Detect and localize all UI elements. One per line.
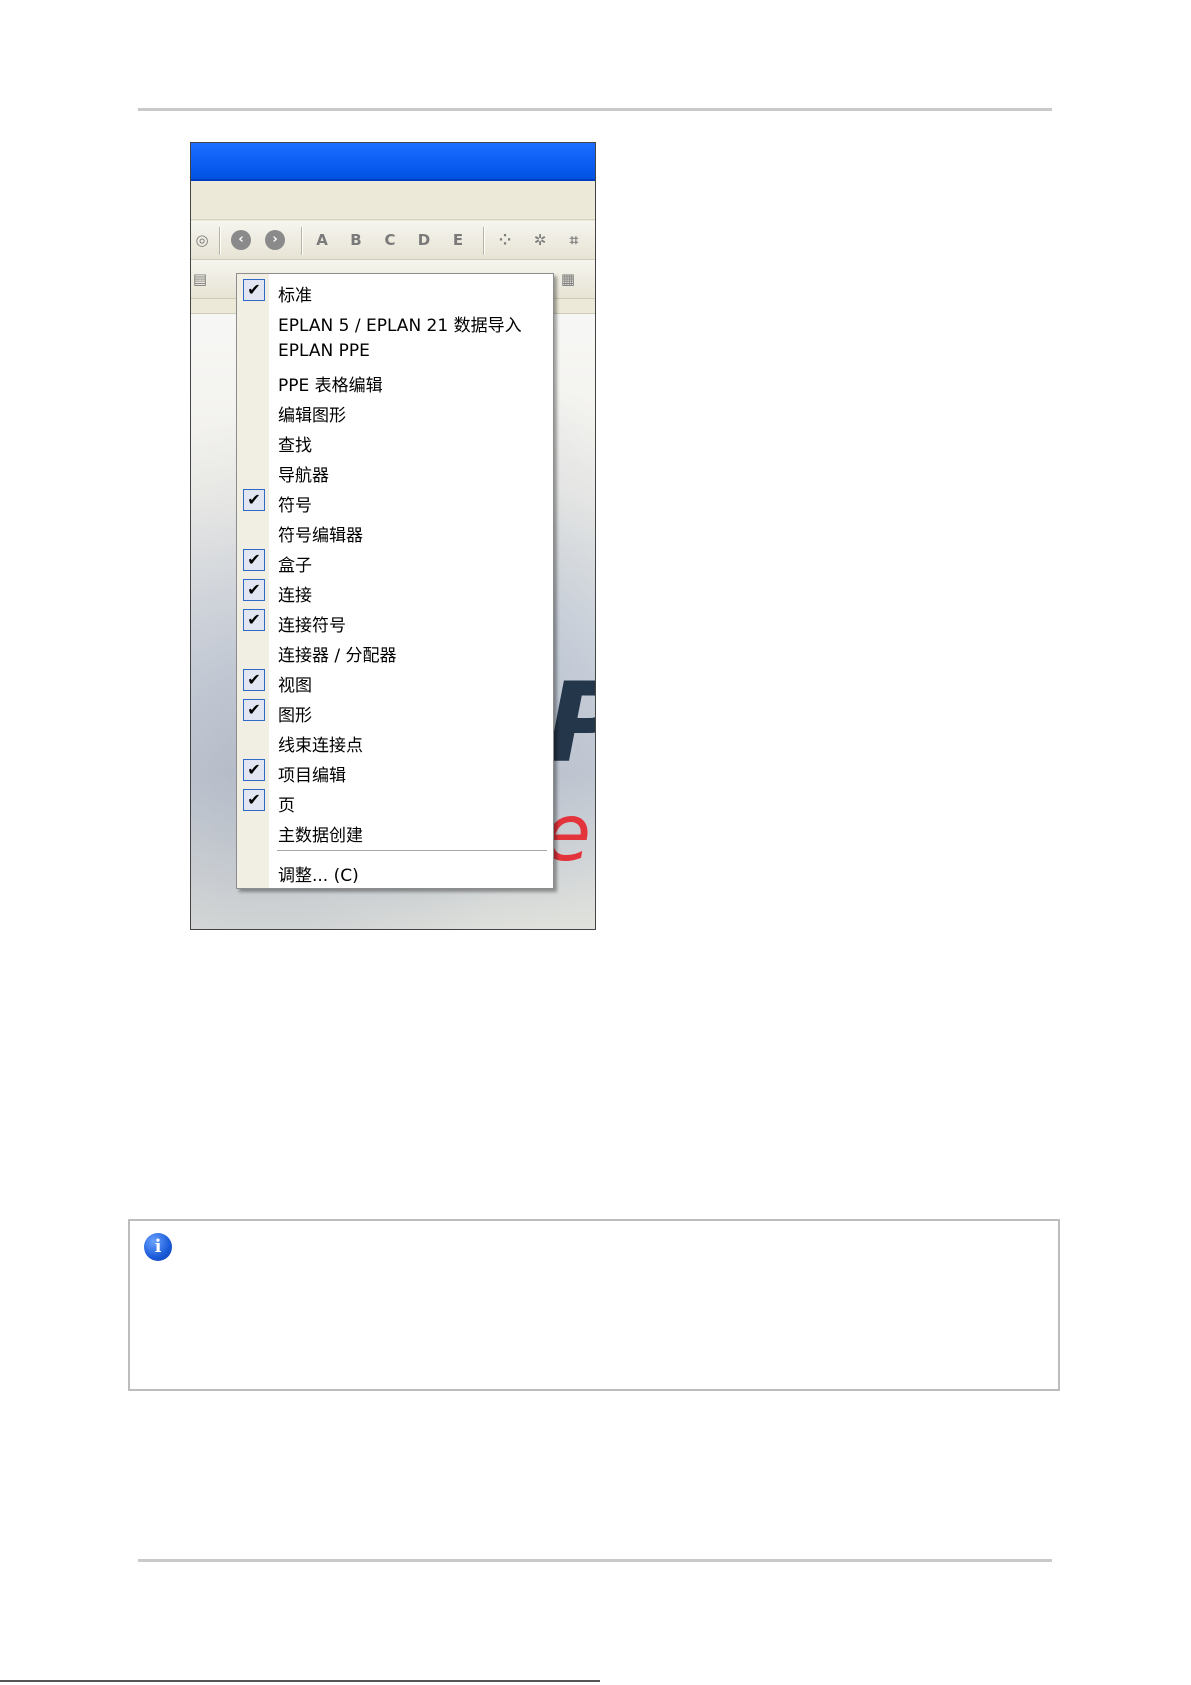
checkmark-icon: ✔ — [243, 699, 265, 721]
menu-item-label: 盒子 — [278, 556, 312, 576]
menu-item[interactable]: ✔ 标准 — [237, 276, 553, 306]
menu-item[interactable]: 编辑图形 — [237, 396, 553, 426]
menu-item[interactable]: EPLAN PPE — [237, 336, 553, 366]
menu-item-label: EPLAN PPE — [278, 341, 370, 361]
grid-icon[interactable]: ⁘ — [496, 231, 514, 249]
checkmark-icon: ✔ — [243, 579, 265, 601]
menu-item-label: PPE 表格编辑 — [278, 376, 383, 396]
window-titlebar[interactable] — [191, 143, 595, 181]
checkmark-icon: ✔ — [243, 609, 265, 631]
menu-item[interactable]: ✔ 视图 — [237, 666, 553, 696]
menu-item[interactable]: ✔ 页 — [237, 786, 553, 816]
menu-item-label: 符号 — [278, 496, 312, 516]
checkmark-icon: ✔ — [243, 489, 265, 511]
header-rule — [138, 108, 1052, 111]
menu-item[interactable]: 主数据创建 — [237, 816, 553, 846]
text-e-icon[interactable]: E — [449, 231, 467, 249]
back-icon[interactable]: ‹ — [231, 230, 251, 250]
checkmark-icon: ✔ — [243, 669, 265, 691]
menu-item[interactable]: ✔ 连接符号 — [237, 606, 553, 636]
menu-item[interactable]: 线束连接点 — [237, 726, 553, 756]
toolbar-context-menu: ✔ 标准 EPLAN 5 / EPLAN 21 数据导入 EPLAN PPE PPE 表… — [236, 273, 554, 889]
menu-item[interactable]: 连接器 / 分配器 — [237, 636, 553, 666]
menu-item[interactable]: ✔ 盒子 — [237, 546, 553, 576]
menu-item[interactable]: ✔ 符号 — [237, 486, 553, 516]
menu-item[interactable]: 查找 — [237, 426, 553, 456]
menu-item-label: 调整... (C) — [278, 866, 359, 886]
toolbar-separator — [483, 227, 485, 255]
menu-item-label: 连接 — [278, 586, 312, 606]
toolbar-separator — [219, 227, 221, 255]
menu-item[interactable]: EPLAN 5 / EPLAN 21 数据导入 — [237, 306, 553, 336]
menu-item-label: 线束连接点 — [278, 736, 363, 756]
menu-item[interactable]: ✔ 项目编辑 — [237, 756, 553, 786]
menu-item-label: 查找 — [278, 436, 312, 456]
menu-item-label: 标准 — [278, 286, 312, 306]
snap-icon[interactable]: ✲ — [531, 231, 549, 249]
checkmark-icon: ✔ — [243, 549, 265, 571]
checkmark-icon: ✔ — [243, 279, 265, 301]
menu-item-label: 图形 — [278, 706, 312, 726]
checkmark-icon: ✔ — [243, 789, 265, 811]
menu-item-label: 编辑图形 — [278, 406, 346, 426]
text-a-icon[interactable]: A — [313, 231, 331, 249]
menu-item-label: EPLAN 5 / EPLAN 21 数据导入 — [278, 316, 522, 336]
menu-item-label: 视图 — [278, 676, 312, 696]
menu-divider — [277, 850, 547, 851]
info-note-box: i — [128, 1219, 1060, 1391]
menu-item[interactable]: 符号编辑器 — [237, 516, 553, 546]
menubar — [191, 181, 595, 220]
menu-item[interactable]: ✔ 图形 — [237, 696, 553, 726]
crosshair-icon[interactable]: ⌗ — [565, 231, 583, 249]
menu-item-label: 项目编辑 — [278, 766, 346, 786]
text-b-icon[interactable]: B — [347, 231, 365, 249]
document-icon[interactable]: ▤ — [191, 270, 209, 288]
checkmark-icon: ✔ — [243, 759, 265, 781]
menu-item[interactable]: 导航器 — [237, 456, 553, 486]
footer-rule — [138, 1559, 1052, 1562]
settings-icon[interactable]: ◎ — [193, 231, 211, 249]
menu-item-label: 符号编辑器 — [278, 526, 363, 546]
footer-line — [0, 1680, 600, 1682]
menu-item-label: 导航器 — [278, 466, 329, 486]
text-c-icon[interactable]: C — [381, 231, 399, 249]
text-d-icon[interactable]: D — [415, 231, 433, 249]
menu-item-customize[interactable]: 调整... (C) — [237, 856, 553, 886]
schematic-icon[interactable]: ▦ — [559, 270, 577, 288]
menu-item-label: 连接器 / 分配器 — [278, 646, 397, 666]
menu-item[interactable]: ✔ 连接 — [237, 576, 553, 606]
forward-icon[interactable]: › — [265, 230, 285, 250]
toolbar-primary: ◎ ‹ › A B C D E ⁘ ✲ ⌗ — [191, 221, 595, 260]
menu-item-label: 主数据创建 — [278, 826, 363, 846]
toolbar-separator — [301, 227, 303, 255]
menu-item-label: 页 — [278, 796, 295, 816]
menu-item-label: 连接符号 — [278, 616, 346, 636]
menu-item[interactable]: PPE 表格编辑 — [237, 366, 553, 396]
info-icon: i — [144, 1233, 172, 1261]
